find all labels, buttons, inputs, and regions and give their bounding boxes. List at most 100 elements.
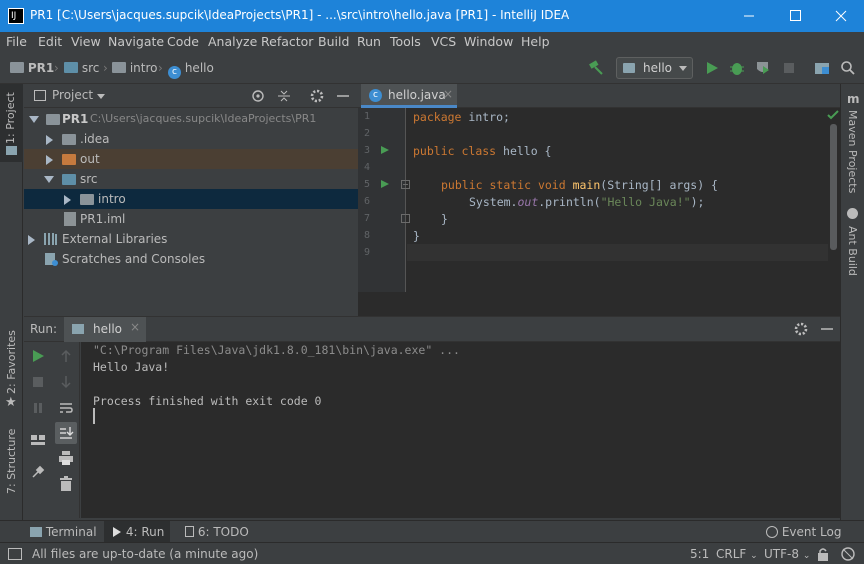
- run-tab-hello[interactable]: hello ×: [64, 317, 146, 342]
- breadcrumb-src[interactable]: src: [64, 61, 99, 75]
- menu-tools[interactable]: Tools: [390, 34, 421, 49]
- code-line-1: package intro;: [413, 110, 510, 124]
- close-icon[interactable]: ×: [130, 320, 140, 334]
- menu-code[interactable]: Code: [167, 34, 199, 49]
- restore-layout-icon[interactable]: [30, 432, 46, 448]
- pause-icon[interactable]: [30, 400, 46, 416]
- tool-tab-structure[interactable]: 7: Structure: [5, 429, 18, 494]
- run-gutter-icon[interactable]: [380, 145, 390, 155]
- breadcrumb-pr1[interactable]: PR1: [10, 61, 54, 75]
- gear-icon[interactable]: [793, 321, 809, 337]
- tool-tab-project[interactable]: 1: Project: [4, 92, 17, 144]
- status-message[interactable]: All files are up-to-date (a minute ago): [32, 547, 258, 561]
- stop-icon[interactable]: [781, 60, 797, 76]
- search-icon[interactable]: [840, 60, 856, 76]
- menu-run[interactable]: Run: [357, 34, 381, 49]
- chevron-down-icon: ⌄: [750, 551, 758, 561]
- run-panel-label: Run:: [30, 322, 58, 336]
- tool-tab-ant-build[interactable]: Ant Build: [846, 226, 859, 276]
- console-toolbar: [52, 342, 80, 518]
- tree-item-label: PR1: [62, 112, 89, 126]
- minimize-button[interactable]: [726, 0, 772, 32]
- build-hammer-icon[interactable]: [588, 60, 604, 76]
- breadcrumb-separator: ›: [54, 61, 59, 75]
- editor-tab-hello-java[interactable]: c hello.java ×: [361, 84, 457, 108]
- breadcrumb-hello[interactable]: c hello: [168, 61, 214, 79]
- arrow-down-icon[interactable]: [58, 374, 74, 390]
- tool-tab-todo[interactable]: 6: TODO: [185, 525, 249, 539]
- code-line-8: }: [413, 229, 420, 243]
- project-structure-icon[interactable]: [814, 60, 830, 76]
- fold-icon[interactable]: [401, 180, 410, 189]
- tree-item-idea[interactable]: .idea: [24, 129, 358, 149]
- tool-tab-event-log[interactable]: Event Log: [766, 525, 841, 539]
- class-icon: c: [168, 66, 181, 79]
- code-editor[interactable]: 1 2 3 4 5 6 7 8 9 package intro; public …: [358, 108, 840, 316]
- menu-build[interactable]: Build: [318, 34, 349, 49]
- menu-help[interactable]: Help: [521, 34, 550, 49]
- file-icon: [64, 212, 76, 226]
- tree-item-out[interactable]: out: [24, 149, 358, 169]
- run-console[interactable]: "C:\Program Files\Java\jdk1.8.0_181\bin\…: [81, 342, 840, 518]
- tree-item-external-libraries[interactable]: External Libraries: [24, 229, 358, 249]
- soft-wrap-icon[interactable]: [58, 400, 74, 416]
- arrow-up-icon[interactable]: [58, 348, 74, 364]
- module-folder-icon: [46, 114, 60, 125]
- line-number: 7: [364, 213, 371, 224]
- hide-panel-icon[interactable]: [335, 88, 351, 104]
- tree-item-pr1[interactable]: PR1 C:\Users\jacques.supcik\IdeaProjects…: [24, 109, 358, 129]
- run-icon[interactable]: [704, 60, 720, 76]
- menu-edit[interactable]: Edit: [38, 34, 62, 49]
- gear-icon[interactable]: [309, 88, 325, 104]
- toggle-tool-windows-icon[interactable]: [8, 548, 22, 560]
- tool-tab-maven-projects[interactable]: Maven Projects: [846, 110, 859, 193]
- run-gutter-icon[interactable]: [380, 179, 390, 189]
- scroll-to-end-icon[interactable]: [55, 422, 77, 444]
- tool-tab-terminal[interactable]: Terminal: [30, 525, 97, 539]
- menu-vcs[interactable]: VCS: [431, 34, 456, 49]
- menu-analyze[interactable]: Analyze: [208, 34, 257, 49]
- coverage-icon[interactable]: [755, 60, 771, 76]
- trash-icon[interactable]: [58, 476, 74, 492]
- pin-icon[interactable]: [30, 464, 46, 480]
- close-icon[interactable]: ×: [443, 87, 453, 101]
- menu-view[interactable]: View: [71, 34, 101, 49]
- line-number: 5: [364, 179, 371, 190]
- code-line-7: }: [441, 212, 448, 226]
- close-button[interactable]: [818, 0, 864, 32]
- collapse-all-icon[interactable]: [276, 88, 292, 104]
- run-configuration-select[interactable]: hello: [616, 57, 693, 79]
- console-line: "C:\Program Files\Java\jdk1.8.0_181\bin\…: [93, 343, 460, 357]
- fold-icon[interactable]: [401, 214, 410, 223]
- tree-item-scratches[interactable]: Scratches and Consoles: [24, 249, 358, 269]
- menu-navigate[interactable]: Navigate: [108, 34, 164, 49]
- tool-tab-favorites[interactable]: 2: Favorites: [5, 330, 18, 394]
- menu-window[interactable]: Window: [464, 34, 513, 49]
- lock-icon[interactable]: [818, 547, 828, 561]
- scroll-from-source-icon[interactable]: [250, 88, 266, 104]
- project-panel-title[interactable]: Project: [52, 88, 93, 102]
- hide-panel-icon[interactable]: [819, 321, 835, 337]
- stop-icon[interactable]: [30, 374, 46, 390]
- caret-position[interactable]: 5:1: [690, 547, 709, 561]
- source-folder-icon: [62, 174, 76, 185]
- tree-item-label: External Libraries: [62, 232, 168, 246]
- menu-file[interactable]: File: [6, 34, 27, 49]
- tree-item-src[interactable]: src: [24, 169, 358, 189]
- encoding-select[interactable]: UTF-8 ⌄: [764, 547, 810, 561]
- chevron-down-icon[interactable]: [97, 94, 105, 99]
- tool-tab-run[interactable]: 4: Run: [112, 525, 164, 539]
- menu-refactor[interactable]: Refactor: [261, 34, 313, 49]
- speech-bubble-icon: [766, 526, 778, 538]
- tree-item-pr1-iml[interactable]: PR1.iml: [24, 209, 358, 229]
- maximize-button[interactable]: [772, 0, 818, 32]
- inspector-icon[interactable]: [840, 546, 856, 562]
- line-separator-select[interactable]: CRLF ⌄: [716, 547, 758, 561]
- debug-icon[interactable]: [729, 60, 745, 76]
- tree-item-intro[interactable]: intro: [24, 189, 358, 209]
- rerun-icon[interactable]: [30, 348, 46, 364]
- editor-scrollbar[interactable]: [830, 124, 837, 250]
- editor-tab-label: hello.java: [388, 88, 446, 102]
- print-icon[interactable]: [58, 450, 74, 466]
- breadcrumb-intro[interactable]: intro: [112, 61, 157, 75]
